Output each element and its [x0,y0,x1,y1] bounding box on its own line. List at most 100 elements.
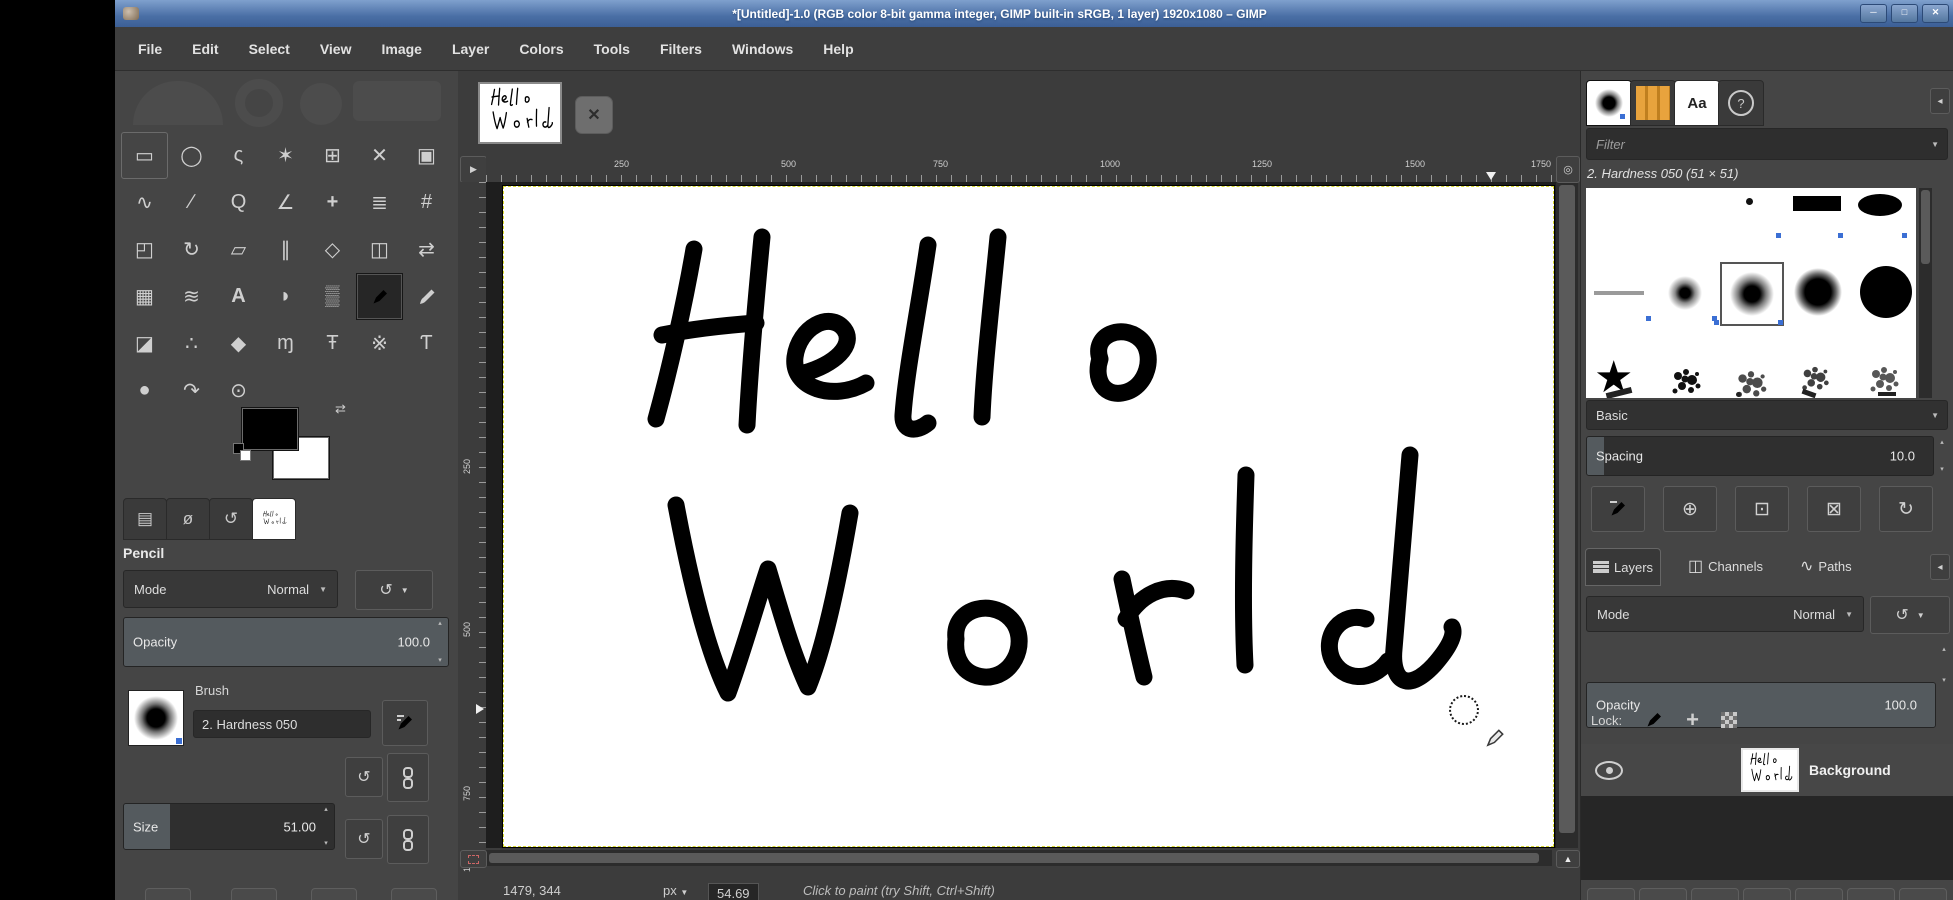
new-brush-button[interactable]: ⊕ [1663,486,1717,532]
layer-mode-reset-button[interactable]: ↺ ▼ [1870,596,1950,634]
tool-cage-transform[interactable]: ▦ [121,273,168,320]
tool-perspective-clone[interactable]: Ƭ [403,320,450,367]
delete-layer-button[interactable] [1899,888,1947,900]
tool-zoom[interactable]: Q [215,179,262,226]
tab-strip-button[interactable]: ✕ [575,96,613,134]
raise-layer-button[interactable] [1691,888,1739,900]
swap-colors-icon[interactable]: ⇄ [335,401,346,417]
horizontal-scrollbar[interactable] [486,850,1552,866]
tool-shear[interactable]: ∥ [262,226,309,273]
zoom-fit-toggle[interactable]: ◎ [1556,156,1580,183]
lock-pixels-toggle[interactable] [1644,710,1664,730]
paint-mode-select[interactable]: Mode Normal ▼ [123,570,338,608]
lock-alpha-toggle[interactable] [1721,712,1737,728]
tool-measure[interactable]: ∠ [262,179,309,226]
menu-help[interactable]: Help [808,41,868,57]
brush-block[interactable] [1793,196,1841,211]
brush-tag-select[interactable]: Basic ▼ [1586,400,1948,430]
spacing-slider[interactable]: Spacing 10.0 [1586,436,1934,476]
brushes-tab-menu-button[interactable]: ◂ [1930,88,1950,114]
brush-pixel[interactable] [1594,291,1644,295]
opacity-slider[interactable]: Opacity 100.0 ▴▾ [123,617,449,667]
tool-paintbrush[interactable] [403,273,450,320]
tool-select-by-color[interactable]: ⊞ [309,132,356,179]
delete-brush-button[interactable]: ⊠ [1807,486,1861,532]
tab-layers[interactable]: Layers [1585,548,1661,586]
tab-fonts[interactable]: Aa [1674,80,1720,126]
layer-opacity-spinner[interactable]: ▴▾ [1938,646,1950,684]
tab-patterns[interactable] [1630,80,1676,126]
duplicate-layer-button[interactable] [1795,888,1843,900]
brush-preview[interactable] [128,690,184,746]
brush-grid-scrollbar[interactable] [1919,188,1932,398]
tool-blur-sharpen[interactable]: ● [121,367,168,414]
merge-layer-button[interactable] [1847,888,1895,900]
menu-windows[interactable]: Windows [717,41,808,57]
brush-partial[interactable] [1736,392,1741,397]
tool-3d-transform[interactable]: ◫ [356,226,403,273]
brush-ellipse[interactable] [1858,194,1902,216]
brush-hardness-050-selected[interactable] [1720,262,1784,326]
tool-heal[interactable]: ※ [356,320,403,367]
aspect-link-button[interactable] [387,815,429,864]
tool-mypaint-brush[interactable]: ɱ [262,320,309,367]
tool-foreground-select[interactable]: ▣ [403,132,450,179]
canvas[interactable] [503,186,1554,847]
horizontal-ruler[interactable]: 250 500 750 1000 1250 1500 1750 [486,156,1556,183]
v-scrollbar-thumb[interactable] [1559,185,1575,833]
tool-bucket-fill[interactable]: ◗ [262,273,309,320]
menu-file[interactable]: File [123,41,177,57]
size-link-button[interactable] [387,753,429,802]
tool-rotate[interactable]: ↻ [168,226,215,273]
brush-hardness-100[interactable] [1860,266,1912,318]
tool-airbrush[interactable]: ∴ [168,320,215,367]
duplicate-brush-button[interactable]: ⊡ [1735,486,1789,532]
tab-tool-options[interactable]: ▤ [123,498,167,540]
tool-ellipse-select[interactable]: ◯ [168,132,215,179]
size-spinner[interactable]: ▴▾ [320,806,332,847]
tool-alignment[interactable]: ≣ [356,179,403,226]
visibility-eye-icon[interactable] [1595,761,1623,780]
tool-crop[interactable]: # [403,179,450,226]
size-slider[interactable]: Size 51.00 ▴▾ [123,803,335,850]
delete-tool-preset-button[interactable] [311,888,357,900]
opacity-spinner[interactable]: ▴▾ [434,620,446,664]
save-tool-preset-button[interactable] [145,888,191,900]
brush-scrollbar-thumb[interactable] [1921,190,1930,264]
tab-paths[interactable]: ∿ Paths [1793,548,1859,584]
navigation-button[interactable]: ▲ [1556,850,1580,868]
tool-pencil[interactable] [356,273,403,320]
layer-mode-select[interactable]: Mode Normal ▼ [1586,596,1864,632]
menu-colors[interactable]: Colors [504,41,578,57]
tab-brushes[interactable] [1586,80,1632,126]
tab-undo-history[interactable]: ↺ [209,498,253,540]
quick-mask-toggle[interactable] [460,850,487,868]
brush-small-dot[interactable] [1746,198,1753,205]
menu-image[interactable]: Image [366,41,436,57]
layer-thumbnail[interactable] [1741,748,1799,792]
titlebar[interactable]: *[Untitled]-1.0 (RGB color 8-bit gamma i… [115,0,1953,27]
menu-layer[interactable]: Layer [437,41,504,57]
h-scrollbar-thumb[interactable] [489,853,1539,863]
brush-hardness-025[interactable] [1667,275,1703,311]
layer-row-background[interactable]: Background [1581,744,1953,796]
tool-fuzzy-select[interactable]: ✶ [262,132,309,179]
ruler-corner-button[interactable]: ▶ [460,156,487,183]
default-colors-icon[interactable] [233,443,253,463]
minimize-button[interactable]: ─ [1860,4,1887,23]
new-layer-button[interactable] [1587,888,1635,900]
close-button[interactable]: ✕ [1922,4,1949,23]
tool-free-select[interactable]: ς [215,132,262,179]
brush-grid[interactable]: ★ [1586,188,1916,398]
restore-tool-preset-button[interactable] [231,888,277,900]
reset-tool-options-button[interactable] [391,888,437,900]
tab-document-history[interactable]: ? [1718,80,1764,126]
tool-unified-transform[interactable]: ◰ [121,226,168,273]
aspect-reset-button[interactable]: ↺ [345,819,383,859]
menu-select[interactable]: Select [234,41,305,57]
tool-scale[interactable]: ▱ [215,226,262,273]
lock-position-toggle[interactable]: + [1686,707,1699,733]
refresh-brushes-button[interactable]: ↻ [1879,486,1933,532]
size-reset-button[interactable]: ↺ [345,757,383,797]
tool-rectangle-select[interactable]: ▭ [121,132,168,179]
